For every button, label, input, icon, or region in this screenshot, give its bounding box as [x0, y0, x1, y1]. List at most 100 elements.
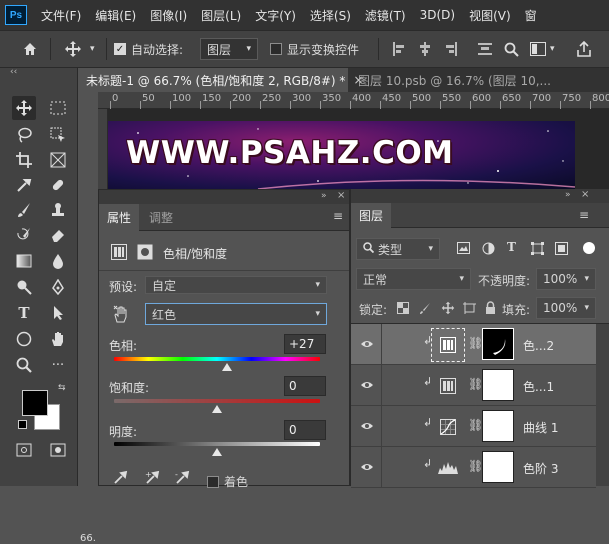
menu-3d[interactable]: 3D(D) — [420, 8, 455, 22]
pixel-filter-icon[interactable] — [457, 242, 470, 257]
eye-icon[interactable] — [359, 336, 375, 352]
workspace-chevron-icon[interactable]: ▾ — [550, 31, 555, 67]
collapse-panel-icon[interactable]: » — [321, 191, 327, 201]
hand-tool-icon[interactable] — [46, 327, 70, 351]
eraser-tool-icon[interactable] — [46, 223, 70, 247]
smart-object-filter-icon[interactable] — [555, 242, 568, 258]
eye-icon[interactable] — [359, 459, 375, 475]
eye-icon[interactable] — [359, 418, 375, 434]
tool-preset-chevron-icon[interactable]: ▾ — [90, 31, 95, 67]
align-left-icon[interactable] — [392, 31, 406, 67]
auto-select-dropdown[interactable]: 图层 ▾ — [200, 38, 258, 60]
quick-mask-icon[interactable] — [46, 438, 70, 462]
menu-select[interactable]: 选择(S) — [310, 7, 351, 24]
foreground-color-swatch[interactable] — [22, 390, 48, 416]
home-icon[interactable] — [22, 31, 38, 67]
marquee-tool-icon[interactable] — [46, 96, 70, 120]
collapse-panel-icon[interactable]: » — [565, 190, 571, 200]
lock-all-icon[interactable] — [485, 301, 496, 317]
eyedropper-minus-icon[interactable]: - — [175, 470, 191, 487]
healing-brush-tool-icon[interactable] — [46, 173, 70, 197]
type-filter-icon[interactable]: T — [507, 240, 516, 254]
menu-type[interactable]: 文字(Y) — [255, 7, 296, 24]
filter-toggle-icon[interactable] — [583, 242, 595, 254]
layer-mask-icon[interactable] — [137, 244, 153, 263]
blur-tool-icon[interactable] — [46, 249, 70, 273]
zoom-tool-icon[interactable] — [12, 353, 36, 377]
show-transform-checkbox[interactable]: 显示变换控件 — [270, 31, 359, 67]
colorize-checkbox[interactable]: 着色 — [207, 473, 248, 490]
blend-mode-dropdown[interactable]: 正常 ▾ — [356, 268, 471, 290]
shape-filter-icon[interactable] — [531, 242, 544, 258]
lock-transparent-icon[interactable] — [397, 302, 409, 317]
clone-stamp-tool-icon[interactable] — [46, 198, 70, 222]
tab-active-document[interactable]: 未标题-1 @ 66.7% (色相/饱和度 2, RGB/8#) * × — [78, 68, 364, 92]
history-brush-tool-icon[interactable] — [12, 223, 36, 247]
swap-colors-icon[interactable]: ⇆ — [58, 383, 66, 393]
opacity-input[interactable]: 100% ▾ — [536, 268, 596, 290]
shape-tool-icon[interactable] — [12, 327, 36, 351]
tab-adjustments[interactable]: 调整 — [141, 204, 181, 231]
layer-row[interactable]: ↲ ⛓ 色阶 3 — [351, 447, 596, 488]
hue-slider-track[interactable] — [114, 357, 320, 361]
type-tool-icon[interactable]: T — [12, 301, 36, 325]
more-tools-icon[interactable]: ··· — [46, 353, 70, 377]
channel-dropdown[interactable]: 红色 ▾ — [145, 303, 327, 325]
share-icon[interactable] — [576, 31, 592, 67]
search-icon[interactable] — [504, 31, 519, 67]
move-tool-icon[interactable] — [12, 96, 36, 120]
dodge-tool-icon[interactable] — [12, 275, 36, 299]
distribute-icon[interactable] — [478, 31, 492, 67]
link-icon[interactable]: ⛓ — [468, 377, 483, 391]
layer-row[interactable]: ↲ ⛓ 色...1 — [351, 365, 596, 406]
brush-tool-icon[interactable] — [12, 198, 36, 222]
edit-toolbar-icon[interactable] — [12, 438, 36, 462]
preset-dropdown[interactable]: 自定 ▾ — [145, 276, 327, 294]
lock-pixels-icon[interactable] — [419, 302, 431, 317]
close-panel-icon[interactable]: × — [581, 189, 589, 200]
panel-menu-icon[interactable]: ≡ — [333, 209, 343, 223]
menu-edit[interactable]: 编辑(E) — [95, 7, 136, 24]
targeted-adjust-hand-icon[interactable] — [113, 305, 129, 326]
path-selection-tool-icon[interactable] — [46, 301, 70, 325]
layers-scrollbar[interactable] — [596, 324, 609, 486]
tab-properties[interactable]: 属性 — [99, 204, 140, 231]
link-icon[interactable]: ⛓ — [468, 336, 483, 350]
lightness-input[interactable]: 0 — [284, 420, 326, 440]
saturation-input[interactable]: 0 — [284, 376, 326, 396]
link-icon[interactable]: ⛓ — [468, 418, 483, 432]
lock-position-icon[interactable] — [441, 301, 455, 318]
gradient-tool-icon[interactable] — [12, 249, 36, 273]
fill-input[interactable]: 100% ▾ — [536, 297, 596, 319]
object-select-tool-icon[interactable] — [46, 123, 70, 147]
eyedropper-icon[interactable] — [113, 470, 129, 487]
auto-select-checkbox[interactable]: ✓ 自动选择: — [114, 31, 183, 67]
close-panel-icon[interactable]: × — [337, 190, 345, 201]
collapse-arrows-icon[interactable]: ‹‹ — [10, 67, 17, 77]
menu-filter[interactable]: 滤镜(T) — [365, 7, 406, 24]
hue-input[interactable]: +27 — [284, 334, 326, 354]
crop-tool-icon[interactable] — [12, 148, 36, 172]
panel-menu-icon[interactable]: ≡ — [579, 208, 589, 222]
menu-window[interactable]: 窗 — [525, 7, 537, 24]
tab-layers[interactable]: 图层 — [351, 203, 392, 228]
layer-mask-thumbnail[interactable] — [482, 328, 514, 360]
eyedropper-plus-icon[interactable]: + — [145, 470, 161, 487]
default-colors-icon[interactable] — [18, 420, 27, 429]
align-center-icon[interactable] — [418, 31, 432, 67]
eyedropper-tool-icon[interactable] — [12, 173, 36, 197]
link-icon[interactable]: ⛓ — [468, 459, 483, 473]
saturation-slider-thumb[interactable] — [212, 405, 222, 413]
layer-mask-thumbnail[interactable] — [482, 369, 514, 401]
menu-layer[interactable]: 图层(L) — [201, 7, 241, 24]
pen-tool-icon[interactable] — [46, 275, 70, 299]
hue-slider-thumb[interactable] — [222, 363, 233, 371]
layer-mask-thumbnail[interactable] — [482, 451, 514, 483]
tab-inactive-document[interactable]: 图层 10.psb @ 16.7% (图层 10,... — [350, 68, 609, 92]
lasso-tool-icon[interactable] — [12, 123, 36, 147]
saturation-slider-track[interactable] — [114, 399, 320, 403]
adjustment-filter-icon[interactable] — [482, 242, 495, 258]
layer-row[interactable]: ↲ ⛓ 色...2 — [351, 324, 596, 365]
align-right-icon[interactable] — [444, 31, 458, 67]
move-tool-icon[interactable] — [64, 31, 82, 67]
